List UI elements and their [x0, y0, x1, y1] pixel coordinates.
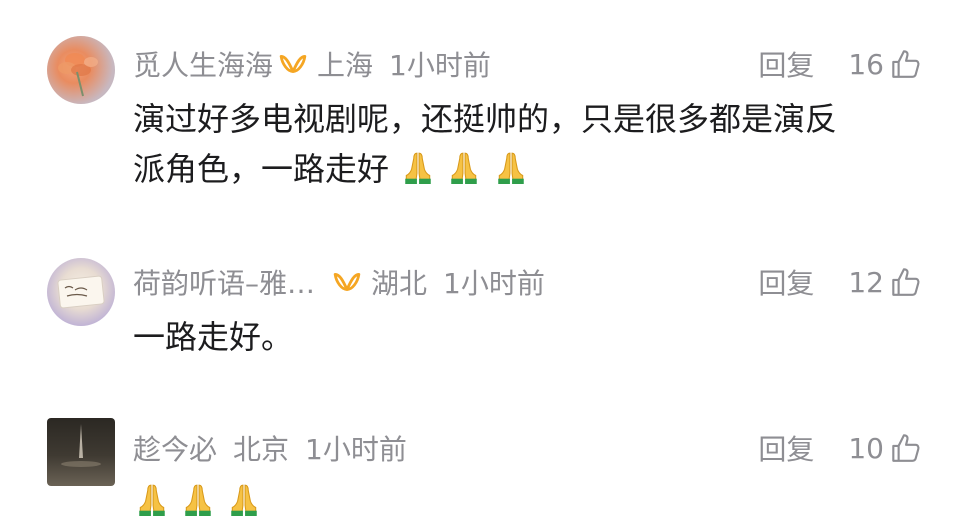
timestamp: 1小时前	[305, 433, 407, 466]
avatar[interactable]	[47, 418, 115, 486]
avatar[interactable]	[47, 36, 115, 104]
avatar[interactable]	[47, 258, 115, 326]
reply-button[interactable]: 回复	[758, 44, 814, 84]
avatar-dark-image	[61, 424, 101, 467]
thumbs-up-icon[interactable]	[888, 47, 922, 81]
thumbs-up-icon[interactable]	[888, 431, 922, 465]
folded-hands-emoji	[227, 482, 261, 516]
like-count[interactable]: 10	[848, 432, 884, 465]
folded-hands-emoji	[181, 482, 215, 516]
folded-hands-emoji	[494, 150, 528, 184]
comment-text: 演过好多电视剧呢，还挺帅的，只是很多都是演反 派角色，一路走好	[133, 94, 933, 194]
timestamp: 1小时前	[389, 49, 491, 82]
thumbs-up-icon[interactable]	[888, 265, 922, 299]
comment-meta: 觅人生海海 上海 1小时前	[133, 44, 491, 84]
timestamp: 1小时前	[443, 267, 545, 300]
comment-actions: 回复 10	[758, 428, 922, 468]
comment-actions: 回复 16	[758, 44, 922, 84]
like-count[interactable]: 16	[848, 48, 884, 81]
comment-text-fragment: 派角色，一路走好	[133, 150, 390, 188]
comment-meta: 荷韵听语–雅… 湖北 1小时前	[133, 262, 545, 302]
folded-hands-emoji	[401, 150, 435, 184]
username[interactable]: 荷韵听语–雅…	[133, 262, 315, 302]
reply-button[interactable]: 回复	[758, 428, 814, 468]
avatar-card-image	[57, 275, 105, 309]
comment-text-line: 派角色，一路走好	[133, 144, 933, 194]
location: 上海	[317, 49, 374, 82]
comment-text-line	[133, 476, 933, 526]
comment-meta: 趁今必 北京 1小时前	[133, 428, 407, 468]
comment-text	[133, 476, 933, 526]
comment-text-line: 演过好多电视剧呢，还挺帅的，只是很多都是演反	[133, 100, 838, 138]
username[interactable]: 趁今必	[133, 428, 217, 468]
vip-badge-icon	[279, 53, 307, 75]
comment-item: 觅人生海海 上海 1小时前 回复 16 演过好多电视剧呢，还挺帅的，只是很多都是…	[0, 0, 960, 230]
location: 北京	[233, 433, 290, 466]
comment-item: 趁今必 北京 1小时前 回复 10	[0, 410, 960, 500]
comment-text-line: 一路走好。	[133, 318, 294, 356]
avatar-flower-image	[58, 53, 98, 97]
comment-text: 一路走好。	[133, 312, 933, 362]
username[interactable]: 觅人生海海	[133, 44, 273, 84]
vip-badge-icon	[333, 271, 361, 293]
comment-actions: 回复 12	[758, 262, 922, 302]
folded-hands-emoji	[447, 150, 481, 184]
folded-hands-emoji	[135, 482, 169, 516]
location: 湖北	[371, 267, 428, 300]
like-count[interactable]: 12	[848, 266, 884, 299]
reply-button[interactable]: 回复	[758, 262, 814, 302]
comment-item: 荷韵听语–雅… 湖北 1小时前 回复 12 一路走好。	[0, 230, 960, 410]
